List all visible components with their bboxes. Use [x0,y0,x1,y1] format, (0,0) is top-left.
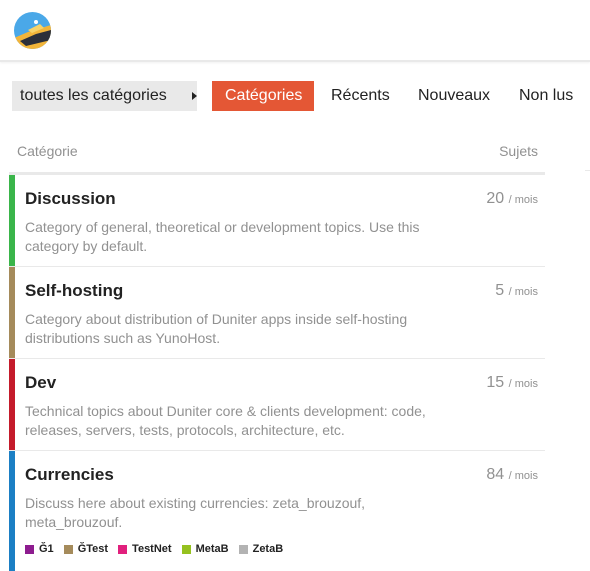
category-title[interactable]: Discussion [25,189,116,209]
per-month-label: / mois [508,470,538,482]
tab-new[interactable]: Nouveaux [418,81,490,111]
subcategory-color-swatch [63,544,73,554]
topics-per-month: 5 / mois [495,282,538,300]
subcategory-g1[interactable]: Ğ1 [25,543,54,555]
subcategory-label: ZetaB [252,543,284,555]
subcategory-zetab[interactable]: ZetaB [238,543,284,555]
topics-per-month: 15 / mois [486,374,538,392]
caret-right-icon [192,92,197,100]
subcategory-label: Ğ1 [39,543,54,555]
category-color-bar [9,359,15,450]
category-title[interactable]: Currencies [25,465,114,485]
category-row-currencies[interactable]: Currencies Discuss here about existing c… [9,451,545,571]
site-header [0,0,590,62]
category-description: Category about distribution of Duniter a… [25,311,408,346]
subcategory-color-swatch [118,544,128,554]
category-row-self-hosting[interactable]: Self-hosting Category about distribution… [9,267,545,359]
subcategory-label: ĞTest [77,543,109,555]
site-logo[interactable] [14,12,51,49]
topic-count: 5 [495,282,505,299]
topic-count: 84 [486,466,505,483]
topic-count: 15 [486,374,505,391]
category-dropdown-label: toutes les catégories [20,87,167,104]
table-header: Catégorie Sujets [0,143,545,163]
category-dropdown[interactable]: toutes les catégories [12,81,197,111]
subcategory-gtest[interactable]: ĞTest [63,543,109,555]
subcategory-testnet[interactable]: TestNet [118,543,172,555]
category-description: Discuss here about existing currencies: … [25,495,366,530]
topics-per-month: 20 / mois [486,190,538,208]
category-row-discussion[interactable]: Discussion Category of general, theoreti… [9,175,545,267]
category-description: Technical topics about Duniter core & cl… [25,403,426,438]
subcategory-color-swatch [25,544,34,554]
subcategory-color-swatch [238,544,248,554]
per-month-label: / mois [508,378,538,390]
category-color-bar [9,451,15,571]
subcategory-list: Ğ1 ĞTest TestNet MetaB ZetaB [25,543,283,555]
category-row-dev[interactable]: Dev Technical topics about Duniter core … [9,359,545,451]
tab-categories[interactable]: Catégories [212,81,314,111]
column-header-topics: Sujets [499,143,538,159]
tab-recent[interactable]: Récents [331,81,390,111]
category-title[interactable]: Dev [25,373,56,393]
subcategory-color-swatch [181,544,191,554]
topic-count: 20 [486,190,505,207]
topics-per-month: 84 / mois [486,466,538,484]
category-title[interactable]: Self-hosting [25,281,123,301]
category-description: Category of general, theoretical or deve… [25,219,420,254]
column-header-category: Catégorie [17,143,78,159]
subcategory-label: MetaB [195,543,229,555]
subcategory-label: TestNet [132,543,172,555]
edge-divider [585,170,590,171]
navigation-bar: toutes les catégories Catégories Récents… [0,80,590,112]
per-month-label: / mois [508,194,538,206]
tab-unread[interactable]: Non lus [519,81,573,111]
per-month-label: / mois [508,286,538,298]
category-color-bar [9,175,15,266]
subcategory-metab[interactable]: MetaB [181,543,229,555]
category-color-bar [9,267,15,358]
